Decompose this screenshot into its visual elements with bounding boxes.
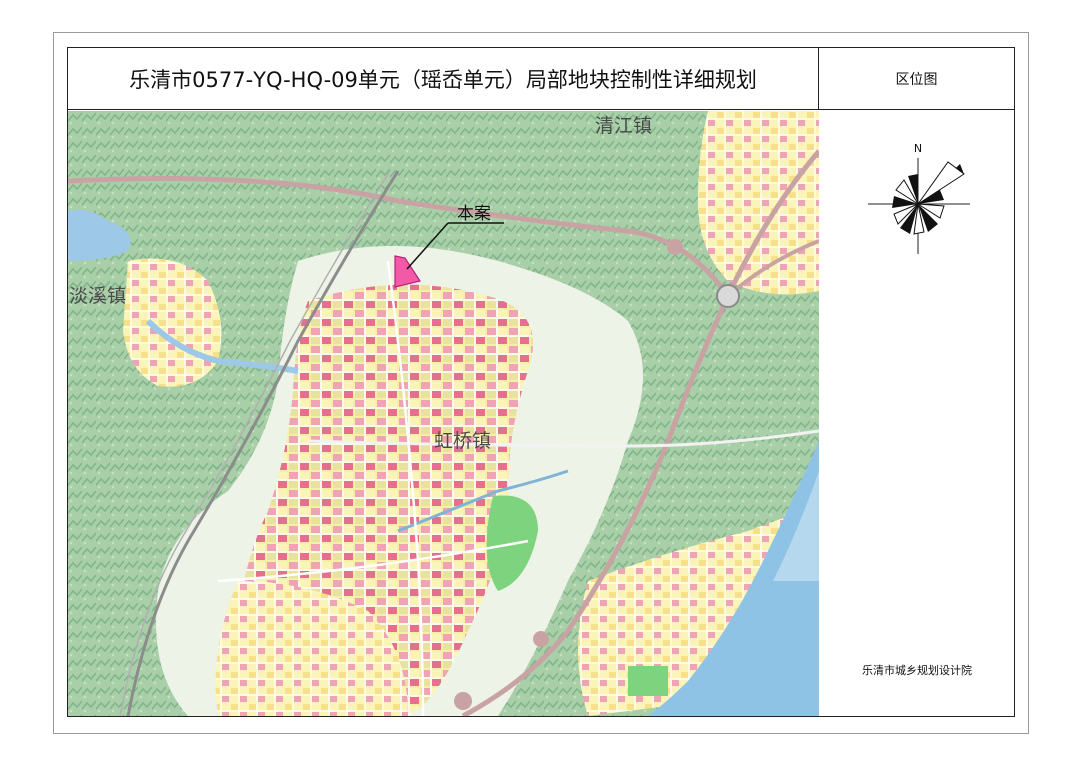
- credit-text: 乐清市城乡规划设计院: [862, 664, 972, 677]
- north-label: N: [914, 142, 922, 155]
- place-label-hongqiao: 虹桥镇: [434, 430, 491, 452]
- green-park-south: [628, 666, 668, 696]
- place-label-danxi: 淡溪镇: [69, 285, 126, 307]
- interchange-ne: [716, 284, 740, 308]
- side-panel-header: 区位图: [819, 47, 1015, 110]
- site-label: 本案: [457, 204, 491, 224]
- interchange-s: [533, 631, 549, 647]
- map-canvas[interactable]: 本案 清江镇 淡溪镇 虹桥镇: [68, 111, 819, 716]
- compass-rose-icon: N: [868, 142, 970, 254]
- interchange-sw: [454, 692, 472, 710]
- place-label-qingjiang: 清江镇: [595, 115, 652, 137]
- map-title: 乐清市0577-YQ-HQ-09单元（瑶岙单元）局部地块控制性详细规划: [67, 47, 819, 110]
- interchange-n: [667, 239, 683, 255]
